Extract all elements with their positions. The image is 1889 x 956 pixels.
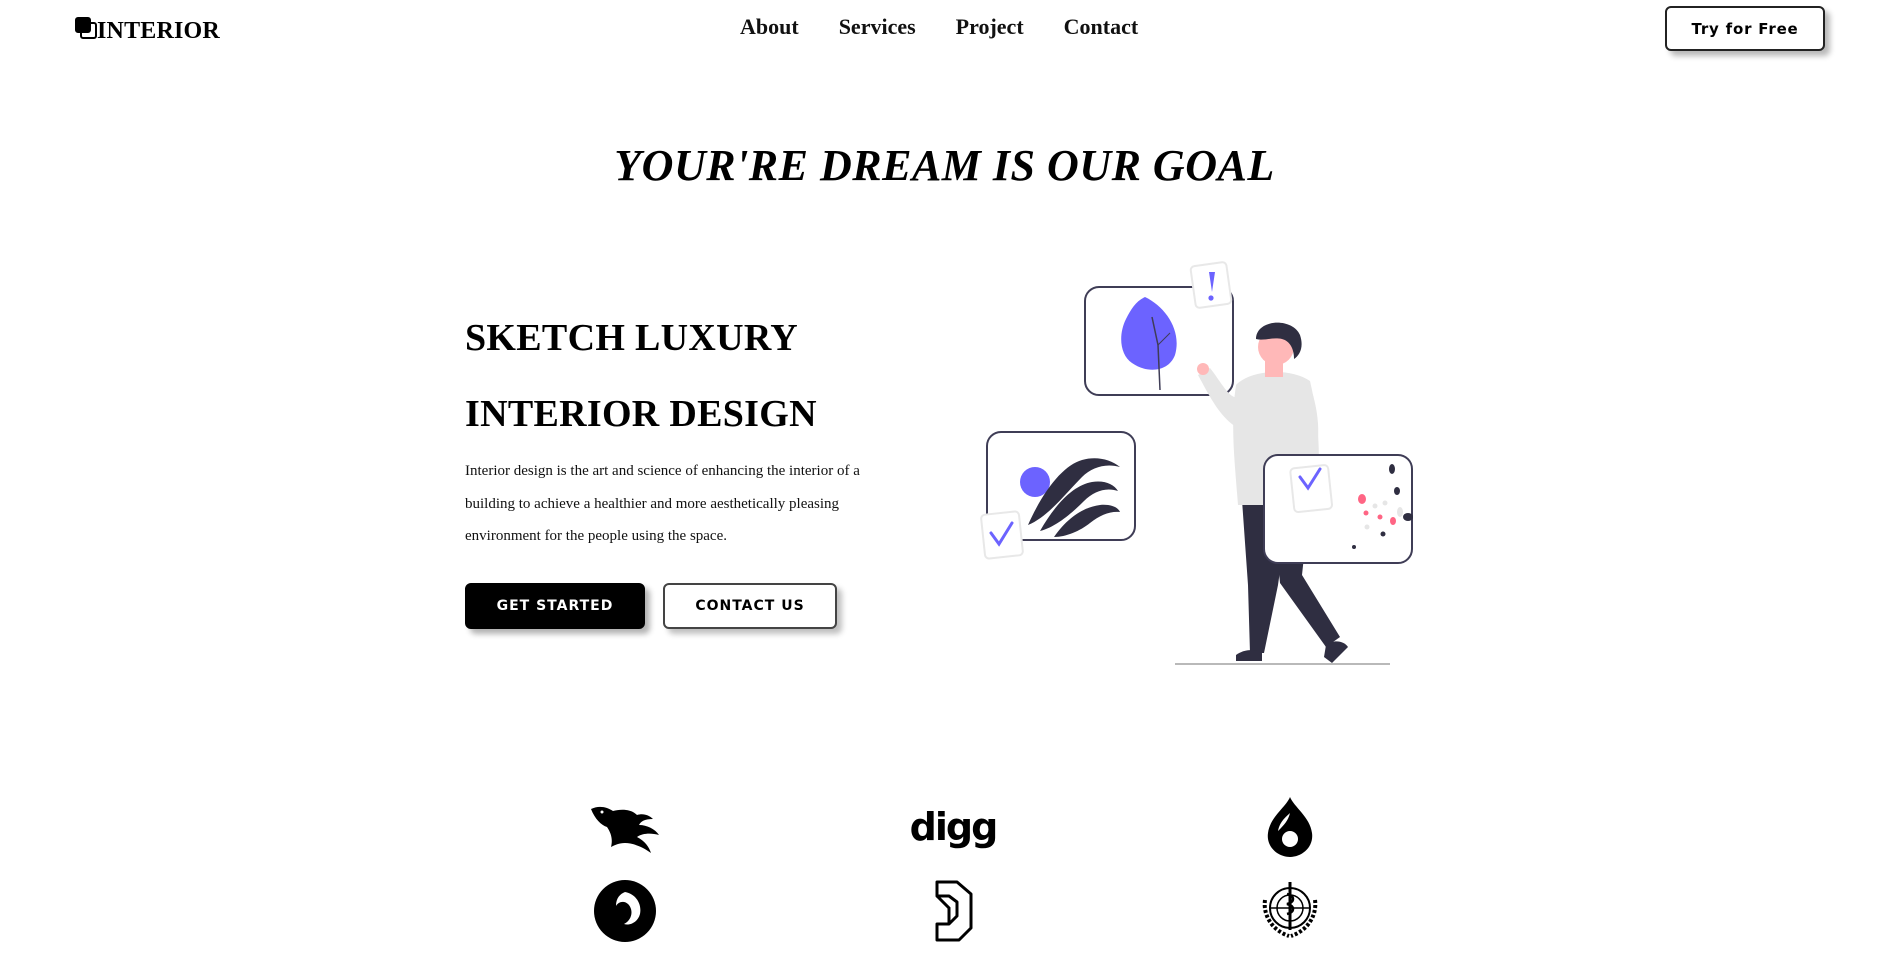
logo-squares-icon [75,16,99,41]
person-with-design-cards-illustration [980,261,1413,665]
drupal-drop-icon [1245,792,1335,862]
headline-line-1: SKETCH LUXURY [465,317,799,359]
digg-wordmark: digg [909,805,999,849]
nav-link-contact[interactable]: Contact [1064,14,1139,40]
nav-link-about[interactable]: About [740,14,799,40]
logo[interactable]: INTERIOR [75,12,220,45]
hero-description: Interior design is the art and science o… [465,463,860,544]
firefox-browser-icon [580,876,670,946]
hero-headline: SKETCH LUXURY INTERIOR DESIGN [465,300,817,452]
nav-link-project[interactable]: Project [956,14,1024,40]
contact-us-button[interactable]: CONTACT US [663,583,837,629]
phoenix-bird-icon [580,792,670,862]
hero-title: YOUR'RE DREAM IS OUR GOAL [614,141,1275,190]
who-emblem-icon [1245,876,1335,946]
dyalog-d-icon [908,876,998,946]
logo-text: INTERIOR [97,18,220,44]
digg-logo-icon: digg [908,792,999,862]
headline-line-2: INTERIOR DESIGN [465,393,817,435]
nav-link-services[interactable]: Services [839,14,916,40]
get-started-button[interactable]: GET STARTED [465,583,645,629]
try-for-free-button[interactable]: Try for Free [1665,6,1825,51]
main-nav: About Services Project Contact [740,14,1178,40]
